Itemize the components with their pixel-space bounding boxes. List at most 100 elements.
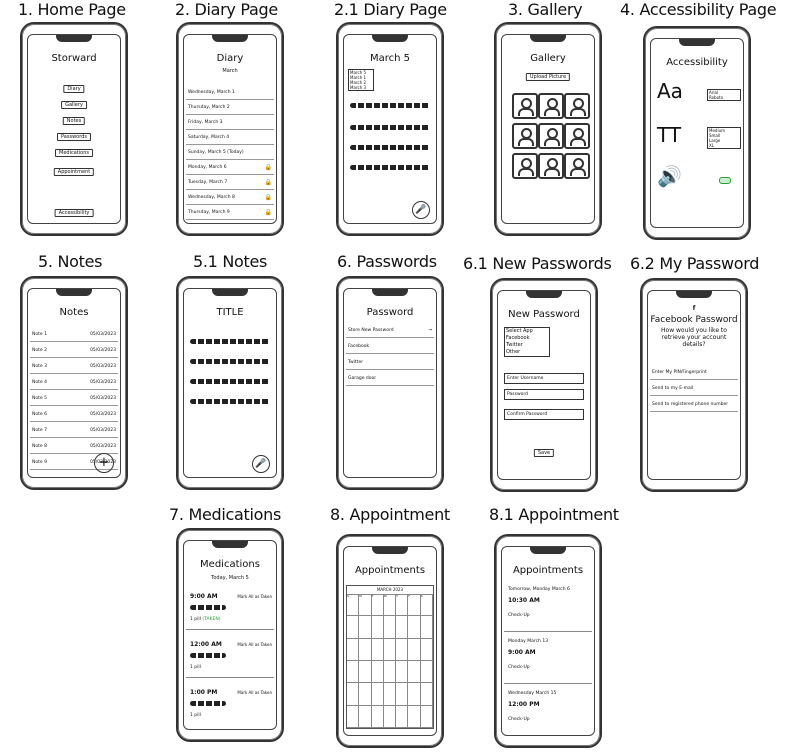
label-mypass: 6.2 My Password [630,254,760,273]
diary-button[interactable]: Diary [63,85,85,93]
med-name [190,605,226,610]
note-item[interactable]: Note 3 05/03/2023 [30,359,118,374]
password-item[interactable]: Facebook [346,339,434,354]
appointment-button[interactable]: Appointment [53,168,95,176]
note-item[interactable]: Note 6 05/03/2023 [30,407,118,422]
note-item[interactable]: Note 1 05/03/2023 [30,327,118,342]
confirm-password-input[interactable]: Confirm Password [504,409,584,420]
meds-date: Today, March 5 [211,575,249,581]
note-item[interactable]: Note 2 05/03/2023 [30,343,118,358]
appt-title: Appointments [354,565,426,576]
diary-text [350,145,430,150]
photo-icon[interactable] [512,153,538,179]
toggle-switch[interactable] [719,177,731,184]
notes-button[interactable]: Notes [62,117,86,125]
lock-icon: 🔒 [264,208,272,216]
phone-gallery: Gallery Upload Picture [494,22,602,236]
diary-day[interactable]: Wednesday, March 1 [186,85,274,100]
add-note-button[interactable]: + [94,453,114,473]
app-select[interactable]: Select App Facebook Twitter Other [504,327,550,357]
note-item[interactable]: Note 7 05/03/2023 [30,423,118,438]
photo-icon[interactable] [564,123,590,149]
mark-all-button[interactable]: Mark All as Taken [237,594,272,599]
note-text [190,399,270,404]
photo-icon[interactable] [512,93,538,119]
note-text [190,379,270,384]
gallery-button[interactable]: Gallery [61,101,87,109]
store-password-row[interactable]: Store New Password → [346,323,434,338]
photo-icon[interactable] [564,153,590,179]
photo-icon[interactable] [512,123,538,149]
phone-diary: Diary March Wednesday, March 1 Thursday,… [176,22,284,236]
meds-title: Medications [200,559,260,570]
date-dropdown[interactable]: March 5 March 1 March 2 March 3 [348,69,374,91]
diary-day[interactable]: Sunday, March 5 (Today) [186,145,274,160]
font-select[interactable]: Arial Roboto [707,89,741,101]
photo-icon[interactable] [538,153,564,179]
calendar-grid[interactable]: SMTWTFS [347,594,433,728]
home-title: Storward [51,53,97,64]
medications-button[interactable]: Medications [55,149,93,157]
diary-month: March [222,68,238,74]
username-input[interactable]: Enter Username [504,373,584,384]
passwords-button[interactable]: Passwords [57,133,91,141]
lock-icon: 🔒 [264,178,272,186]
diary-day[interactable]: Wednesday, March 8 🔒 [186,190,274,205]
phone-home: Storward Diary Gallery Notes Passwords M… [20,22,128,236]
phone-access: Accessibility Aa Arial Roboto TT Medium Sm… [643,26,751,240]
retrieve-option[interactable]: Send to registered phone number [650,397,738,412]
med-dose: 1 pill [190,713,201,718]
appt-time: 12:00 PM [508,701,540,708]
calendar[interactable]: MARCH 2023 SMTWTFS [346,585,434,729]
note-item[interactable]: Note 8 05/03/2023 [30,439,118,454]
label-newpass: 6.1 New Passwords [463,254,612,273]
diary-title: Diary [216,53,244,64]
photo-icon[interactable] [538,123,564,149]
upload-button[interactable]: Upload Picture [525,73,571,81]
appt-date: Wednesday March 15 [508,691,557,696]
label-access: 4. Accessibility Page [620,0,777,19]
med-name [190,653,226,658]
diary-day[interactable]: Monday, March 6 🔒 [186,160,274,175]
phone-appt: Appointments MARCH 2023 SMTWTFS [336,534,444,748]
arrow-right-icon: → [428,327,432,333]
password-item[interactable]: Garage door [346,371,434,386]
gallery-title: Gallery [530,53,566,64]
diary-text [350,103,430,108]
appt-type: Check-Up [508,665,530,670]
photo-grid [512,93,590,179]
photo-icon[interactable] [538,93,564,119]
phone-appt81: Appointments Tomorrow, Monday March 6 10… [494,534,602,748]
label-appt: 8. Appointment [330,505,450,524]
diary-day[interactable]: Friday, March 3 [186,115,274,130]
mark-all-button[interactable]: Mark All as Taken [237,690,272,695]
save-button[interactable]: Save [533,449,555,457]
med-dose: 1 pill [190,665,201,670]
passwords-title: Password [366,307,414,318]
label-diary: 2. Diary Page [175,0,278,19]
lock-icon: 🔒 [264,193,272,201]
microphone-icon[interactable]: 🎤 [252,455,270,473]
note-item[interactable]: Note 4 05/03/2023 [30,375,118,390]
phone-notes51: TITLE 🎤 [176,276,284,490]
label-gallery: 3. Gallery [508,0,583,19]
med-time: 1:00 PM [190,689,218,696]
mark-all-button[interactable]: Mark All as Taken [237,642,272,647]
diary-day[interactable]: Saturday, March 4 [186,130,274,145]
diary-day[interactable]: Thursday, March 9 🔒 [186,205,274,220]
diary-day[interactable]: Thursday, March 2 [186,100,274,115]
microphone-icon[interactable]: 🎤 [412,201,430,219]
newpass-title: New Password [508,309,580,320]
photo-icon[interactable] [564,93,590,119]
diary-day[interactable]: Tuesday, March 7 🔒 [186,175,274,190]
note-item[interactable]: Note 5 05/03/2023 [30,391,118,406]
accessibility-button[interactable]: Accessibility [54,209,94,217]
size-select[interactable]: Medium Small Large XL [707,127,741,149]
label-appt81: 8.1 Appointment [489,505,619,524]
retrieve-option[interactable]: Enter My PIN/Fingerprint [650,365,738,380]
retrieve-option[interactable]: Send to my E-mail [650,381,738,396]
password-item[interactable]: Twitter [346,355,434,370]
password-input[interactable]: Password [504,389,584,400]
mypass-title: Facebook Password [650,315,738,325]
speaker-icon: 🔊 [657,164,682,188]
